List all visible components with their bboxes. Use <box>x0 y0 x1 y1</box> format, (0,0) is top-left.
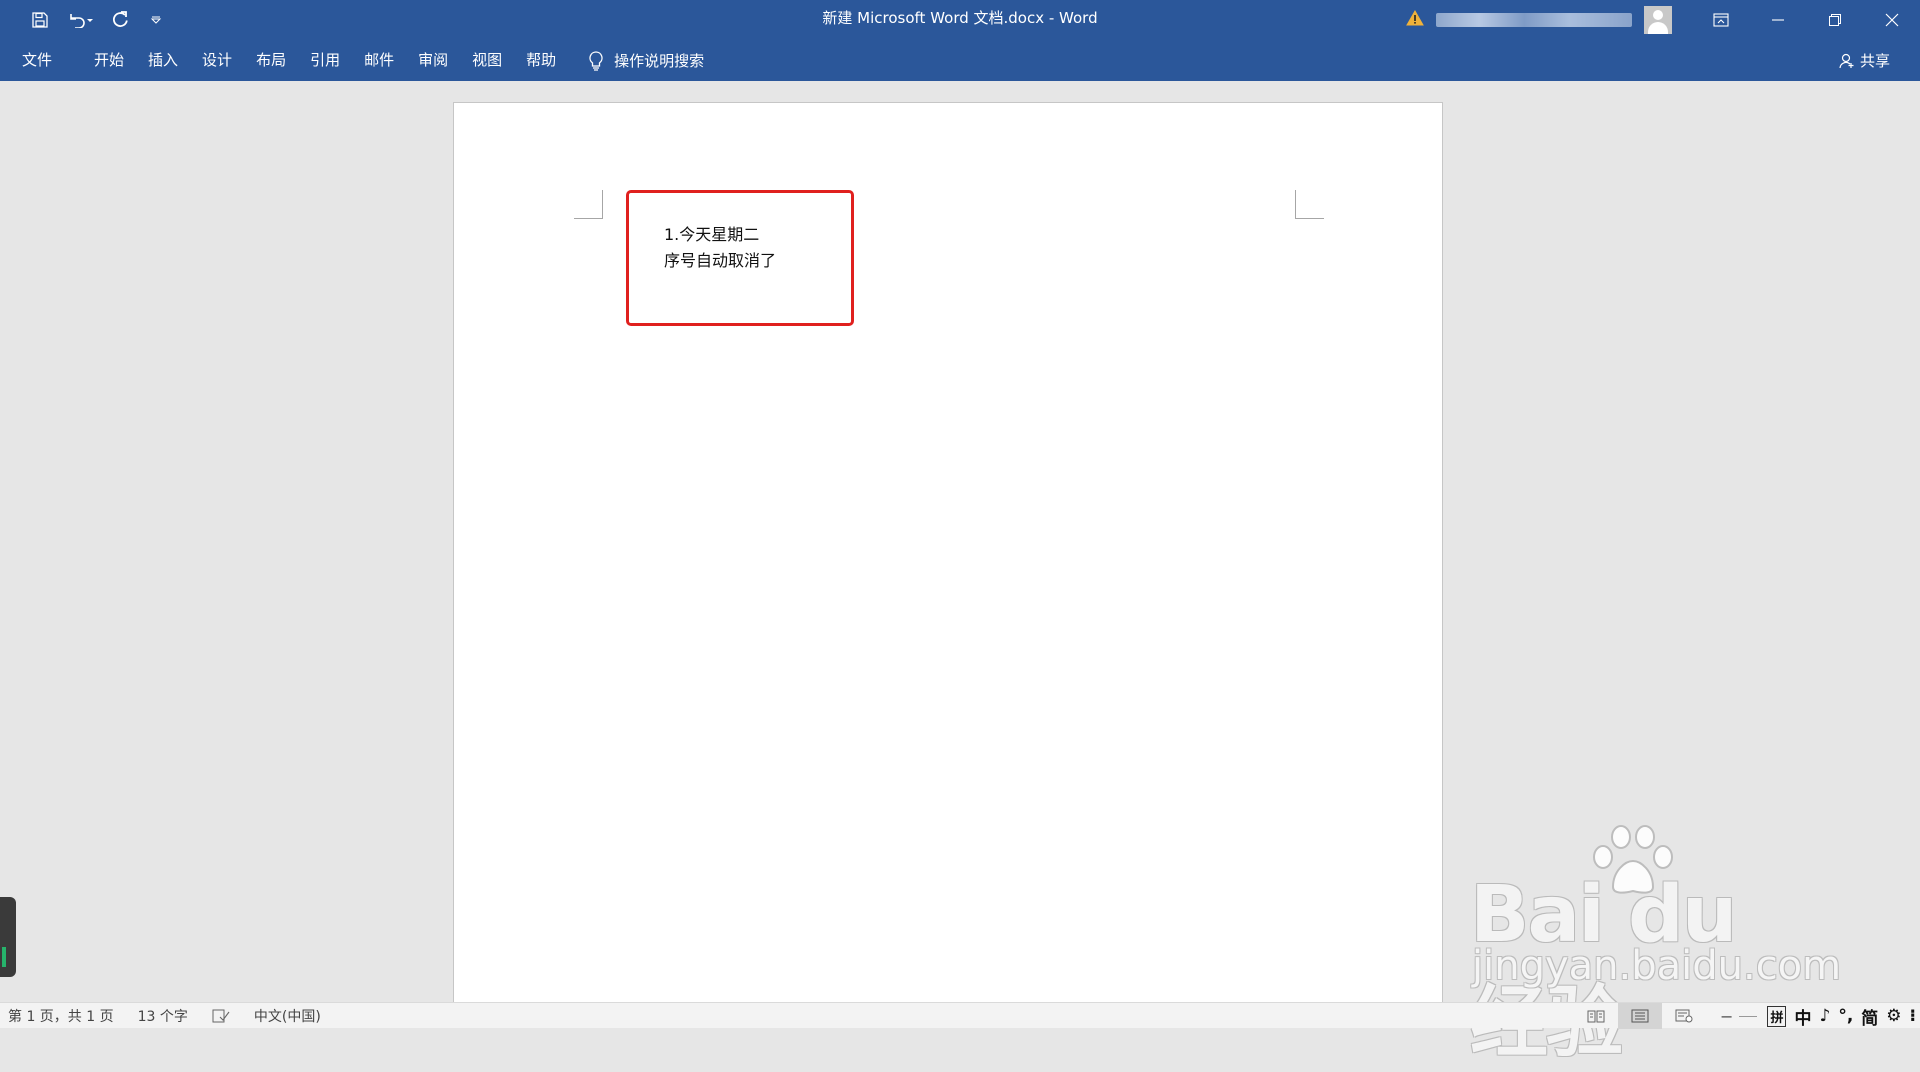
tab-view[interactable]: 视图 <box>460 40 514 81</box>
tab-home[interactable]: 开始 <box>82 40 136 81</box>
avatar[interactable] <box>1644 6 1672 34</box>
ribbon-display-options-icon[interactable] <box>1692 0 1749 40</box>
customize-icon[interactable] <box>138 0 174 40</box>
ime-simplified[interactable]: 简 <box>1861 1004 1878 1029</box>
account-name[interactable] <box>1436 13 1632 27</box>
ime-toolbar: 拼 中 ♪ °, 简 ⚙ ⁝ <box>1767 1004 1920 1029</box>
tab-references[interactable]: 引用 <box>298 40 352 81</box>
close-icon[interactable] <box>1863 0 1920 40</box>
tab-insert[interactable]: 插入 <box>136 40 190 81</box>
person-icon <box>1839 53 1854 68</box>
page-count[interactable]: 第 1 页，共 1 页 <box>8 1006 114 1026</box>
title-bar: 新建 Microsoft Word 文档.docx - Word <box>0 0 1920 40</box>
share-label: 共享 <box>1859 52 1890 70</box>
word-count[interactable]: 13 个字 <box>138 1006 188 1026</box>
save-icon[interactable] <box>22 0 58 40</box>
document-body[interactable]: 1.今天星期二 序号自动取消了 <box>664 222 776 274</box>
read-mode-icon[interactable] <box>1574 1003 1618 1029</box>
zoom-out-icon[interactable]: − <box>1720 1007 1733 1026</box>
ribbon-tabs: 文件 开始 插入 设计 布局 引用 邮件 审阅 视图 帮助 操作说明搜索 <box>0 40 704 81</box>
warning-icon[interactable] <box>1406 9 1424 30</box>
document-line[interactable]: 1.今天星期二 <box>664 222 776 248</box>
tell-me-search[interactable]: 操作说明搜索 <box>588 50 704 71</box>
tab-review[interactable]: 审阅 <box>406 40 460 81</box>
margin-corner-top-right <box>1295 190 1324 219</box>
minimize-icon[interactable] <box>1749 0 1806 40</box>
ime-more-icon[interactable]: ⁝ <box>1910 1006 1916 1026</box>
tab-file[interactable]: 文件 <box>0 40 82 81</box>
ime-punctuation[interactable]: °, <box>1838 1006 1853 1026</box>
proofing-icon[interactable] <box>212 1009 230 1023</box>
undo-icon[interactable] <box>58 0 102 40</box>
lightbulb-icon <box>589 50 603 71</box>
ime-settings-icon[interactable]: ⚙ <box>1886 1006 1901 1026</box>
document-canvas[interactable]: 1.今天星期二 序号自动取消了 <box>0 81 1920 1022</box>
zoom-track[interactable] <box>1739 1015 1758 1017</box>
language[interactable]: 中文(中国) <box>254 1006 321 1026</box>
tab-mailings[interactable]: 邮件 <box>352 40 406 81</box>
document-line[interactable]: 序号自动取消了 <box>664 248 776 274</box>
share-button[interactable]: 共享 <box>1839 40 1890 81</box>
document-page[interactable]: 1.今天星期二 序号自动取消了 <box>453 102 1443 1022</box>
web-layout-icon[interactable] <box>1662 1003 1706 1029</box>
tab-layout[interactable]: 布局 <box>244 40 298 81</box>
zoom-slider[interactable]: − <box>1720 1007 1758 1026</box>
tab-design[interactable]: 设计 <box>190 40 244 81</box>
ribbon: 文件 开始 插入 设计 布局 引用 邮件 审阅 视图 帮助 操作说明搜索 共享 <box>0 40 1920 81</box>
redo-icon[interactable] <box>102 0 138 40</box>
tab-help[interactable]: 帮助 <box>514 40 568 81</box>
restore-icon[interactable] <box>1806 0 1863 40</box>
side-widget[interactable] <box>0 897 16 977</box>
status-bar: 第 1 页，共 1 页 13 个字 中文(中国) − 拼 中 ♪ °, 简 ⚙ … <box>0 1002 1920 1029</box>
quick-access-toolbar <box>22 0 174 40</box>
ime-chinese-mode[interactable]: 中 <box>1794 1004 1811 1029</box>
print-layout-icon[interactable] <box>1618 1003 1663 1029</box>
margin-corner-top-left <box>574 190 603 219</box>
tell-me-label: 操作说明搜索 <box>614 52 705 70</box>
ime-moon-icon[interactable]: ♪ <box>1819 1006 1830 1026</box>
ime-pinyin[interactable]: 拼 <box>1767 1005 1787 1027</box>
